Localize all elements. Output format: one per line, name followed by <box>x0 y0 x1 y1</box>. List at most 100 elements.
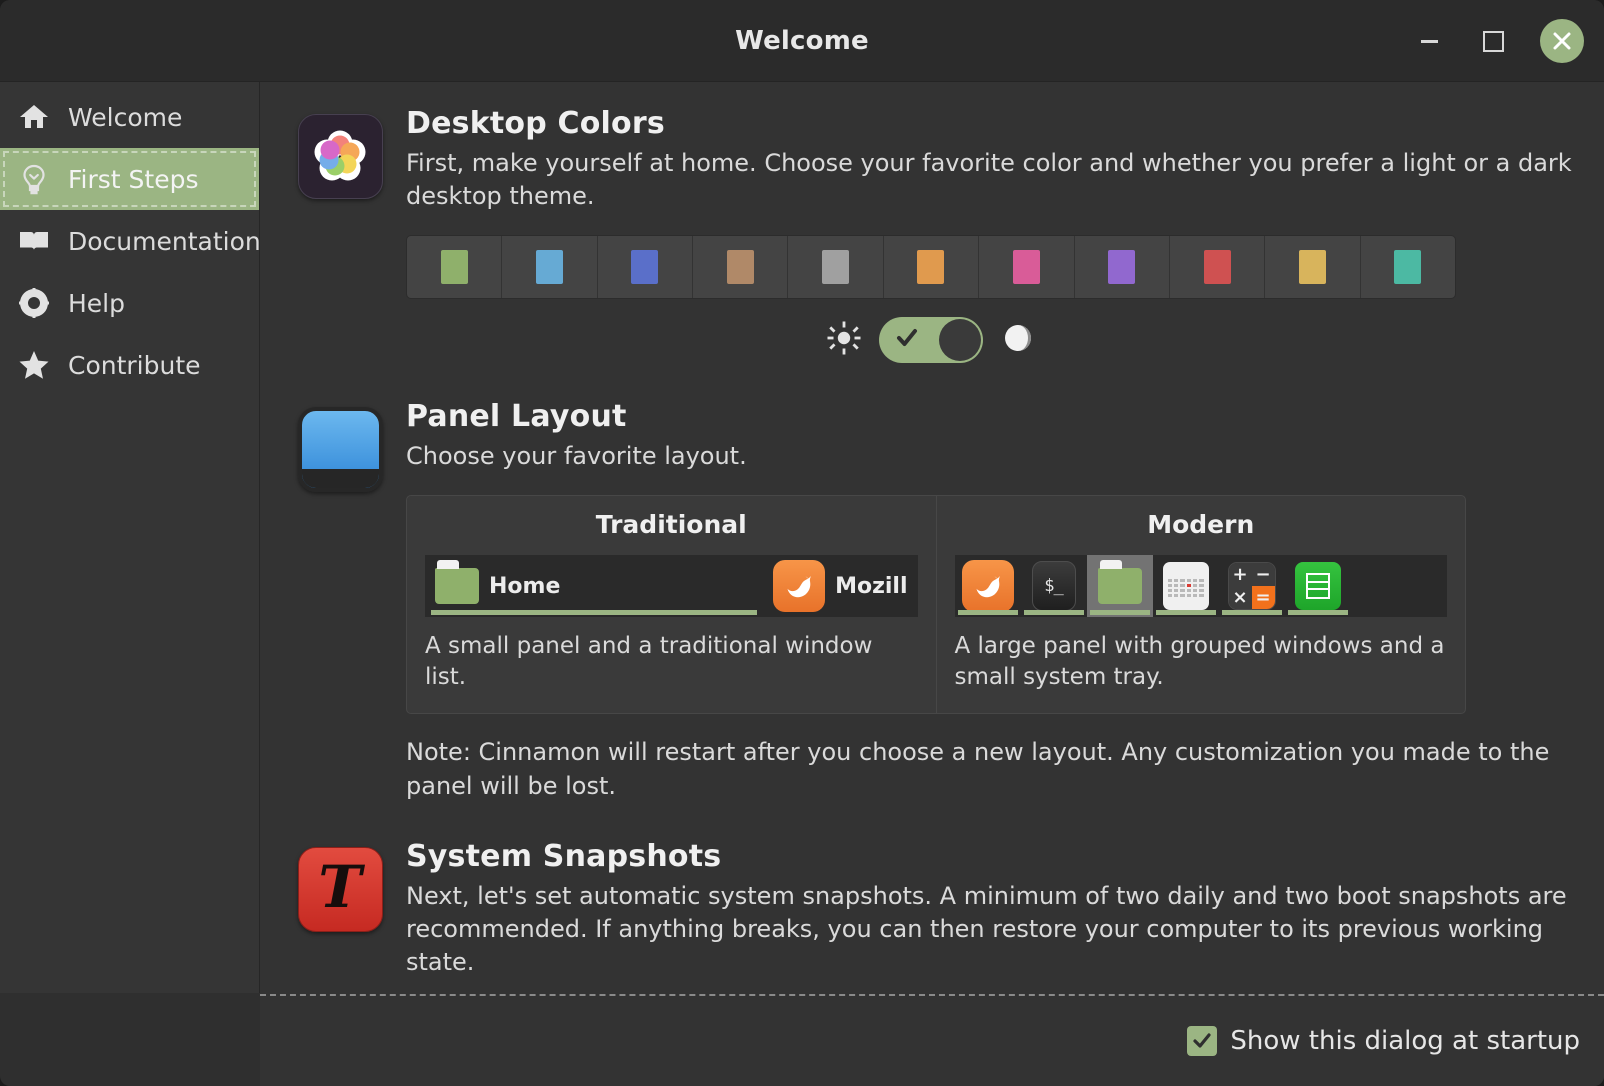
color-swatch-green[interactable] <box>407 236 502 298</box>
first-steps-content: Desktop Colors First, make yourself at h… <box>260 82 1604 994</box>
color-swatch-strip <box>406 235 1456 299</box>
color-chip <box>917 250 944 284</box>
preview-app-terminal: $_ <box>1021 555 1087 617</box>
welcome-window: Welcome Welcome <box>0 0 1604 1086</box>
color-chip <box>1108 250 1135 284</box>
color-chip <box>727 250 754 284</box>
section-title: Panel Layout <box>406 399 1584 434</box>
preview-window-label: Home <box>489 574 560 599</box>
spacer <box>260 363 1604 399</box>
calc-key-plus: + <box>1229 563 1252 586</box>
color-chip <box>441 250 468 284</box>
dark-theme-toggle[interactable] <box>879 317 983 363</box>
sidebar: Welcome First Steps Do <box>0 82 260 993</box>
preview-window-button: Mozill <box>763 555 917 617</box>
layout-option-name: Traditional <box>407 510 936 539</box>
calendar-icon <box>1163 562 1209 610</box>
section-main: Panel Layout Choose your favorite layout… <box>406 399 1604 802</box>
preview-window-button: Home <box>425 555 763 617</box>
color-swatch-pink[interactable] <box>979 236 1074 298</box>
sidebar-item-label: Documentation <box>68 227 261 256</box>
section-system-snapshots: T System Snapshots Next, let's set autom… <box>260 839 1604 979</box>
toggle-knob <box>939 319 981 361</box>
layout-option-traditional[interactable]: Traditional Home <box>407 496 936 713</box>
panel-layout-icon <box>298 407 383 492</box>
color-swatch-purple[interactable] <box>1075 236 1170 298</box>
color-chip <box>822 250 849 284</box>
sun-icon <box>827 321 861 359</box>
preview-app-files <box>1087 555 1153 617</box>
star-icon <box>17 348 51 382</box>
section-main: Desktop Colors First, make yourself at h… <box>406 106 1604 363</box>
spreadsheet-icon <box>1295 562 1341 610</box>
lifering-icon <box>17 286 51 320</box>
section-title: System Snapshots <box>406 839 1584 874</box>
section-icon-column <box>274 106 406 363</box>
layout-option-description: A small panel and a traditional window l… <box>407 617 936 693</box>
color-swatch-red[interactable] <box>1170 236 1265 298</box>
sidebar-item-label: Contribute <box>68 351 201 380</box>
calc-key-equals: = <box>1252 586 1275 609</box>
color-swatch-blue[interactable] <box>502 236 597 298</box>
calculator-icon: + − × = <box>1228 562 1276 610</box>
sidebar-item-welcome[interactable]: Welcome <box>0 86 259 148</box>
section-description: First, make yourself at home. Choose you… <box>406 147 1584 213</box>
show-at-startup-checkbox[interactable]: Show this dialog at startup <box>1187 1026 1580 1056</box>
sidebar-item-label: Help <box>68 289 125 318</box>
titlebar: Welcome <box>0 0 1604 82</box>
sidebar-item-label: Welcome <box>68 103 182 132</box>
color-swatch-grey[interactable] <box>788 236 883 298</box>
calc-key-minus: − <box>1252 563 1275 586</box>
minimize-icon[interactable] <box>1412 24 1446 58</box>
preview-app-spreadsheet <box>1285 555 1351 617</box>
sidebar-item-first-steps[interactable]: First Steps <box>0 148 259 210</box>
color-swatch-orange[interactable] <box>884 236 979 298</box>
content-wrap: Desktop Colors First, make yourself at h… <box>260 82 1604 1086</box>
color-chip <box>1299 250 1326 284</box>
sidebar-item-help[interactable]: Help <box>0 272 259 334</box>
footer: Show this dialog at startup <box>260 994 1604 1086</box>
window-body: Welcome First Steps Do <box>0 82 1604 1086</box>
section-description: Choose your favorite layout. <box>406 440 1584 473</box>
moon-icon <box>1001 321 1035 359</box>
color-chip <box>1394 250 1421 284</box>
section-icon-column: T <box>274 839 406 979</box>
preview-app-calculator: + − × = <box>1219 555 1285 617</box>
color-swatch-indigo[interactable] <box>598 236 693 298</box>
color-chip <box>1204 250 1231 284</box>
sidebar-item-label: First Steps <box>68 165 199 194</box>
window-controls <box>1412 0 1584 82</box>
preview-window-label: Mozill <box>835 574 907 599</box>
section-description: Next, let's set automatic system snapsho… <box>406 880 1584 979</box>
lightbulb-icon <box>17 162 51 196</box>
sidebar-item-documentation[interactable]: Documentation <box>0 210 259 272</box>
panel-layout-options: Traditional Home <box>406 495 1466 714</box>
firefox-icon <box>773 560 825 612</box>
color-swatch-brown[interactable] <box>693 236 788 298</box>
color-swatch-teal[interactable] <box>1361 236 1455 298</box>
spacer <box>260 803 1604 839</box>
section-desktop-colors: Desktop Colors First, make yourself at h… <box>260 106 1604 363</box>
panel-layout-note: Note: Cinnamon will restart after you ch… <box>406 736 1584 802</box>
terminal-icon: $_ <box>1032 561 1076 611</box>
sidebar-item-contribute[interactable]: Contribute <box>0 334 259 396</box>
checkbox-check-icon <box>1187 1026 1217 1056</box>
layout-option-modern[interactable]: Modern <box>936 496 1466 713</box>
color-swatch-yellow[interactable] <box>1265 236 1360 298</box>
maximize-icon[interactable] <box>1476 24 1510 58</box>
modern-panel-preview: $_ <box>955 555 1448 617</box>
timeshift-icon: T <box>298 847 383 932</box>
close-icon[interactable] <box>1540 19 1584 63</box>
theme-toggle-row <box>406 317 1456 363</box>
section-title: Desktop Colors <box>406 106 1584 141</box>
color-chip <box>1013 250 1040 284</box>
toggle-check-icon <box>895 326 919 354</box>
section-main: System Snapshots Next, let's set automat… <box>406 839 1604 979</box>
folder-icon <box>1098 568 1142 604</box>
section-icon-column <box>274 399 406 802</box>
color-chip <box>631 250 658 284</box>
timeshift-glyph: T <box>318 858 361 916</box>
traditional-panel-preview: Home <box>425 555 918 617</box>
home-icon <box>17 100 51 134</box>
layout-option-name: Modern <box>937 510 1466 539</box>
